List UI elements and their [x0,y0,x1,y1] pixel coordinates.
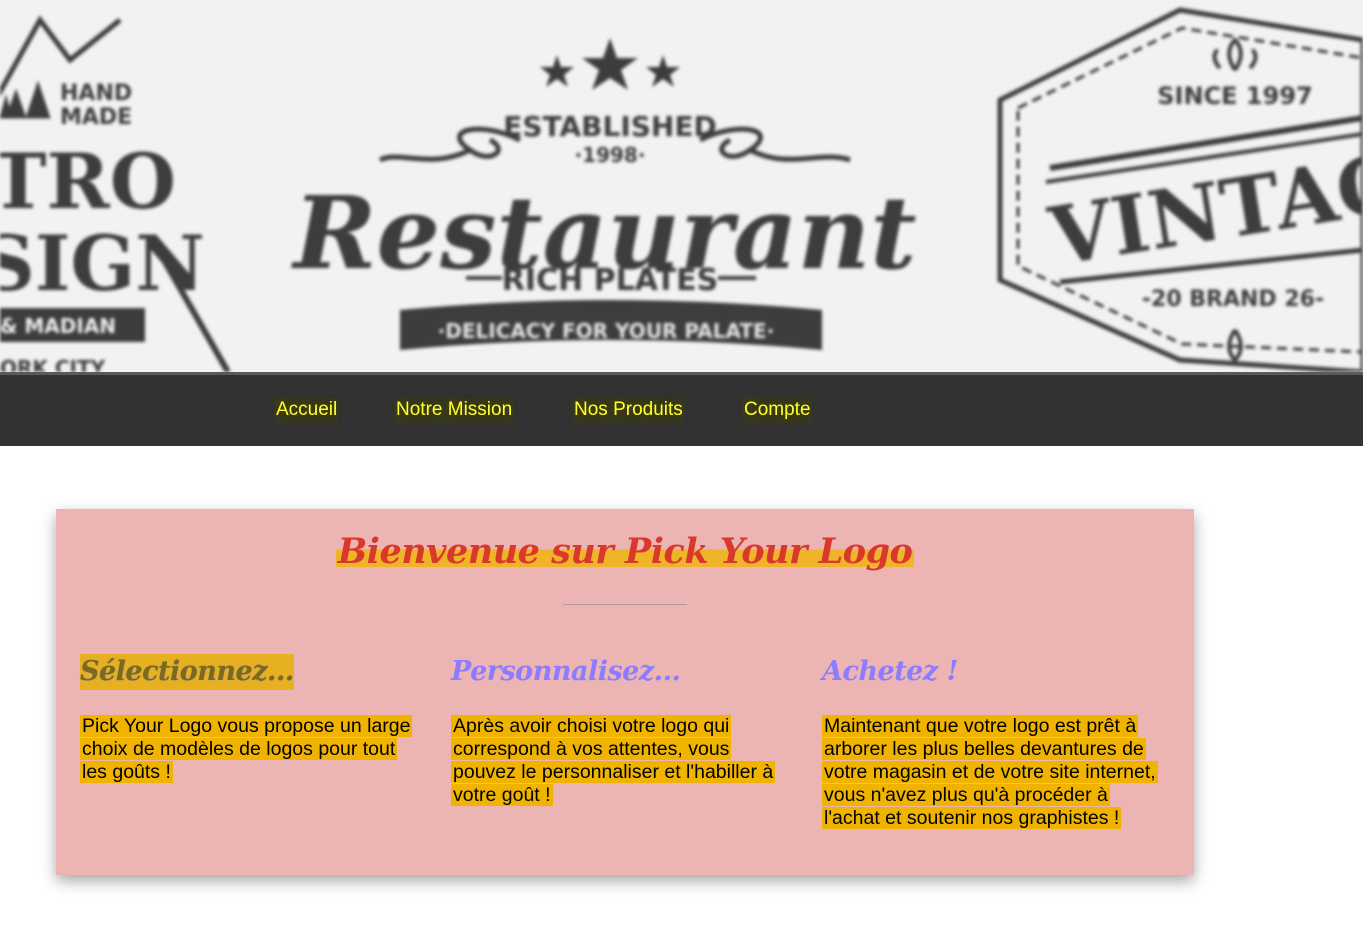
welcome-heading: Bienvenue sur Pick Your Logo [56,531,1194,572]
feature-column-customize: Personnalisez... Après avoir choisi votr… [451,654,796,807]
heading-divider [563,604,687,605]
banner-logos-image: HAND MADE TRO SIGN & MADIAN ORK CITY EST… [0,7,1363,372]
feature-title-select: Sélectionnez... [80,654,294,690]
main-navigation: Accueil Notre Mission Nos Produits Compt… [0,375,1363,446]
feature-text-buy: Maintenant que votre logo est prêt à arb… [822,715,1167,830]
feature-text-customize-content: Après avoir choisi votre logo qui corres… [451,715,776,806]
feature-text-buy-content: Maintenant que votre logo est prêt à arb… [822,715,1158,829]
svg-text:VINTAGE: VINTAGE [1042,125,1363,284]
svg-text:·1998·: ·1998· [575,143,646,167]
feature-column-buy: Achetez ! Maintenant que votre logo est … [822,654,1167,830]
svg-text:HAND: HAND [60,81,132,106]
feature-column-select: Sélectionnez... Pick Your Logo vous prop… [80,654,425,784]
welcome-heading-text: Bienvenue sur Pick Your Logo [335,531,915,572]
svg-text:-20 BRAND 26-: -20 BRAND 26- [1142,287,1324,312]
nav-link-compte[interactable]: Compte [743,397,812,423]
svg-text:ESTABLISHED: ESTABLISHED [503,110,716,143]
banner-logo-center: ESTABLISHED ·1998· Restaurant RICH PLATE… [290,38,917,350]
feature-text-customize: Après avoir choisi votre logo qui corres… [451,715,796,807]
feature-title-customize: Personnalisez... [451,656,681,687]
svg-text:TRO: TRO [0,137,176,226]
svg-text:ORK CITY: ORK CITY [0,356,106,372]
banner-logo-right: SINCE 1997 VINTAGE -20 BRAND 26- [997,7,1363,372]
welcome-card: Bienvenue sur Pick Your Logo Sélectionne… [56,509,1194,875]
header-banner: HAND MADE TRO SIGN & MADIAN ORK CITY EST… [0,0,1363,372]
nav-link-accueil[interactable]: Accueil [275,397,339,423]
feature-text-select: Pick Your Logo vous propose un large cho… [80,715,425,784]
svg-text:SIGN: SIGN [0,219,205,308]
feature-title-buy: Achetez ! [822,656,958,687]
feature-text-select-content: Pick Your Logo vous propose un large cho… [80,715,413,783]
svg-text:MADE: MADE [60,105,132,130]
nav-link-notre-mission[interactable]: Notre Mission [395,397,514,423]
banner-logo-left: HAND MADE TRO SIGN & MADIAN ORK CITY [0,15,231,372]
svg-text:RICH PLATES: RICH PLATES [502,263,718,298]
svg-text:& MADIAN: & MADIAN [0,314,116,338]
svg-text:SINCE 1997: SINCE 1997 [1157,82,1312,110]
nav-link-nos-produits[interactable]: Nos Produits [573,397,684,423]
svg-text:·DELICACY FOR YOUR PALATE·: ·DELICACY FOR YOUR PALATE· [438,319,775,343]
